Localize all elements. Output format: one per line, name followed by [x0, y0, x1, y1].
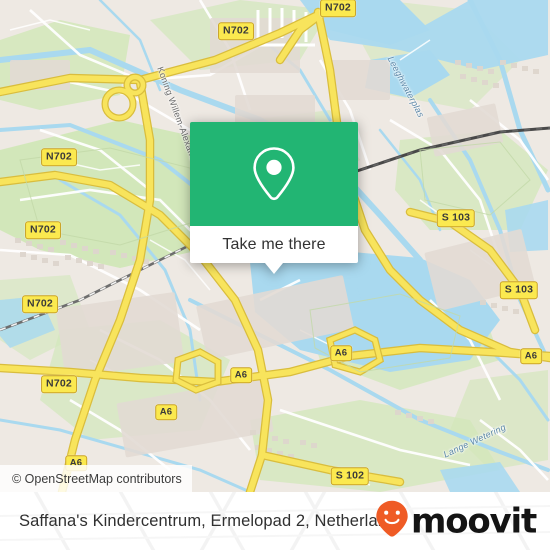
popup-action[interactable]: Take me there [190, 226, 358, 274]
popup-tail [265, 263, 283, 274]
road-shield: N702 [41, 375, 77, 393]
road-shield: N702 [22, 295, 58, 313]
road-shield: S 103 [499, 281, 539, 299]
road-shield: S 102 [330, 467, 370, 485]
take-me-there-label: Take me there [222, 235, 326, 253]
road-shield: N702 [25, 221, 61, 239]
footer-bar: Saffana's Kindercentrum, Ermelopad 2, Ne… [0, 492, 550, 550]
popup-header [190, 122, 358, 226]
map-canvas[interactable]: N702 N702 N702 N702 N702 N702 S 103 S 10… [0, 0, 550, 492]
moovit-logo[interactable]: moovit [375, 500, 537, 543]
road-shield: N702 [218, 22, 254, 40]
road-shield: S 103 [436, 209, 476, 227]
attribution-text: © OpenStreetMap contributors [12, 471, 182, 486]
destination-popup[interactable]: Take me there [190, 122, 358, 274]
road-shield: N702 [41, 148, 77, 166]
moovit-pin-smiley-icon [375, 500, 409, 543]
map-pin-icon [251, 145, 297, 203]
road-shield: A6 [330, 345, 352, 361]
map-attribution[interactable]: © OpenStreetMap contributors [0, 465, 192, 492]
moovit-wordmark: moovit [410, 501, 537, 541]
road-shield: A6 [155, 404, 177, 420]
road-shield: A6 [520, 348, 542, 364]
road-shield: A6 [230, 367, 252, 383]
screenshot-root: N702 N702 N702 N702 N702 N702 S 103 S 10… [0, 0, 550, 550]
road-shield: N702 [320, 0, 356, 17]
page-title: Saffana's Kindercentrum, Ermelopad 2, Ne… [19, 511, 405, 530]
